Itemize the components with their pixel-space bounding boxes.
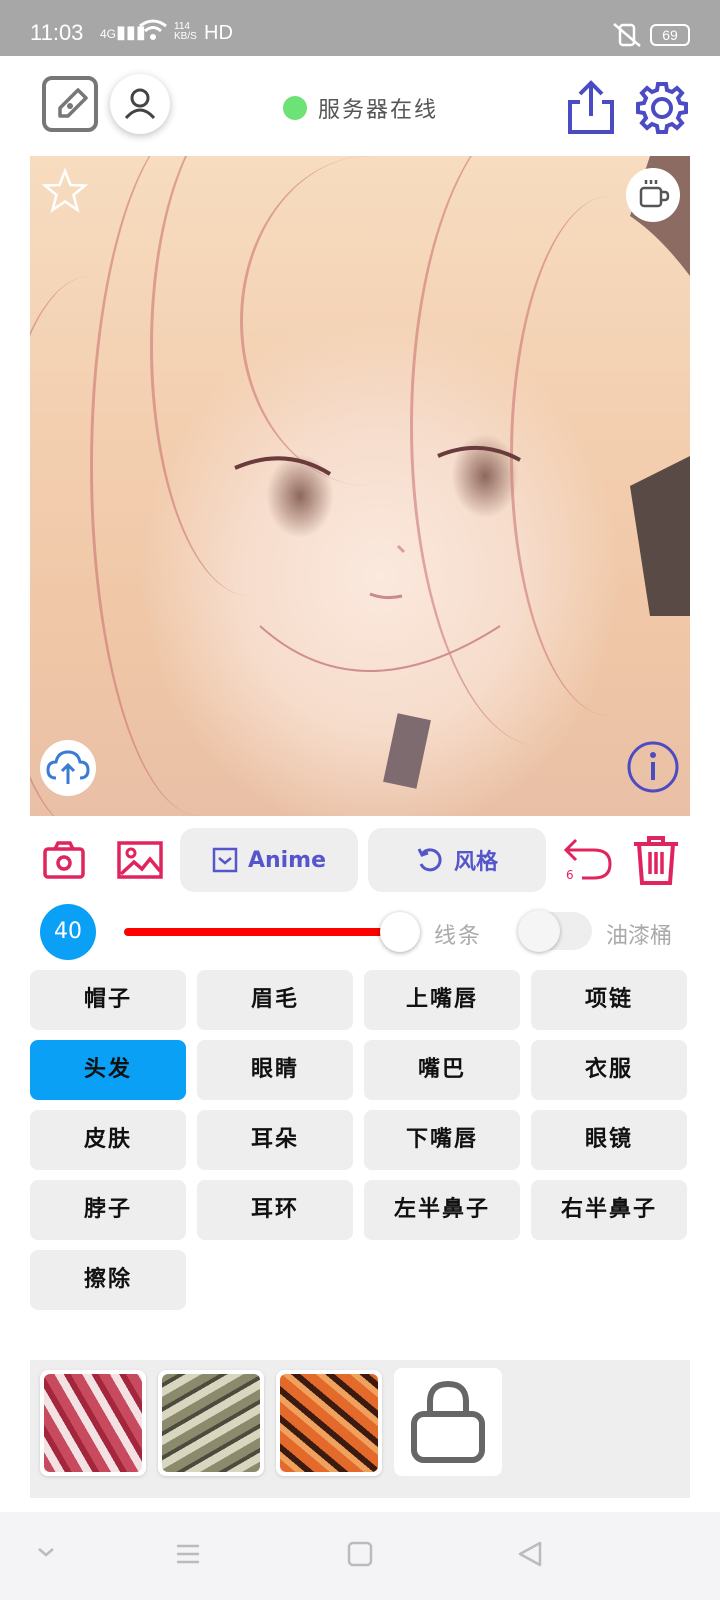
texture-strip: [30, 1360, 690, 1498]
image-icon: [117, 841, 163, 879]
line-mode-label: 线条: [434, 924, 483, 949]
part-button[interactable]: 上嘴唇: [364, 970, 520, 1030]
home-square-icon[interactable]: [346, 1540, 374, 1568]
part-button[interactable]: 脖子: [30, 1180, 186, 1240]
status-time: 11:03: [30, 20, 84, 45]
drawing-canvas[interactable]: [30, 156, 690, 816]
undo-count: 6: [566, 868, 574, 882]
toggle-thumb[interactable]: [518, 910, 560, 952]
back-triangle-icon[interactable]: [516, 1540, 544, 1568]
brush-size-badge: 40: [40, 904, 96, 960]
texture-preview: [44, 1374, 142, 1472]
rotate-icon: [417, 848, 442, 872]
brush-size-slider[interactable]: [124, 928, 400, 936]
cloud-upload-icon: [46, 750, 90, 784]
slider-thumb[interactable]: [380, 912, 420, 952]
style-button[interactable]: 风格: [368, 828, 546, 892]
part-button[interactable]: 衣服: [531, 1040, 687, 1100]
style-label: 风格: [453, 850, 498, 875]
server-status-text: 服务器在线: [318, 98, 439, 123]
texture-shop-button[interactable]: [394, 1368, 502, 1476]
undo-button[interactable]: 6: [562, 834, 616, 890]
coffee-icon: [639, 180, 670, 208]
part-button[interactable]: 眼睛: [197, 1040, 353, 1100]
shopping-bag-icon: [411, 1380, 485, 1463]
trash-icon: [634, 836, 678, 885]
user-button[interactable]: [110, 74, 170, 134]
info-icon[interactable]: [626, 740, 680, 794]
chevron-down-icon[interactable]: [34, 1540, 58, 1564]
network-speed: 114 KB/S: [174, 21, 197, 42]
texture-swatch-gray[interactable]: [158, 1370, 264, 1476]
part-button[interactable]: 左半鼻子: [364, 1180, 520, 1240]
anime-label: Anime: [247, 847, 327, 873]
part-button[interactable]: 擦除: [30, 1250, 186, 1310]
gallery-button[interactable]: [116, 840, 164, 884]
menu-icon[interactable]: [174, 1540, 202, 1568]
part-button[interactable]: 眉毛: [197, 970, 353, 1030]
wifi-icon: [139, 19, 167, 40]
coffee-button[interactable]: [626, 168, 680, 222]
delete-button[interactable]: [632, 834, 680, 890]
part-button[interactable]: 下嘴唇: [364, 1110, 520, 1170]
mute-vibrate-icon: [613, 23, 641, 47]
edit-icon: [58, 88, 88, 118]
face-sketch: [234, 156, 690, 789]
part-button[interactable]: 耳朵: [197, 1110, 353, 1170]
part-button[interactable]: 帽子: [30, 970, 186, 1030]
part-button[interactable]: 皮肤: [30, 1110, 186, 1170]
user-icon: [124, 88, 156, 120]
texture-preview: [280, 1374, 378, 1472]
battery-icon: 69: [650, 24, 690, 46]
checkbox-icon: [212, 847, 238, 873]
texture-swatch-orange[interactable]: [276, 1370, 382, 1476]
camera-icon: [43, 841, 85, 879]
part-button[interactable]: 眼镜: [531, 1110, 687, 1170]
part-button[interactable]: 项链: [531, 970, 687, 1030]
texture-swatch-red[interactable]: [40, 1370, 146, 1476]
part-button[interactable]: 右半鼻子: [531, 1180, 687, 1240]
server-status-dot: [283, 96, 307, 120]
camera-button[interactable]: [42, 840, 86, 884]
upload-button[interactable]: [40, 740, 96, 796]
system-nav-bar: [0, 1512, 720, 1600]
share-button[interactable]: [566, 80, 616, 136]
settings-icon: [636, 82, 688, 134]
star-icon[interactable]: [42, 168, 88, 214]
part-button[interactable]: 耳环: [197, 1180, 353, 1240]
anime-mode-button[interactable]: Anime: [180, 828, 358, 892]
edit-button[interactable]: [42, 76, 98, 132]
part-button[interactable]: 头发: [30, 1040, 186, 1100]
paint-bucket-label: 油漆桶: [606, 924, 673, 949]
settings-button[interactable]: [634, 80, 690, 136]
part-button[interactable]: 嘴巴: [364, 1040, 520, 1100]
share-icon: [568, 80, 614, 134]
status-bar: 11:03 4G▮▮▮ 114 KB/S HD 69: [0, 0, 720, 56]
texture-preview: [162, 1374, 260, 1472]
hd-badge: HD: [204, 22, 233, 44]
